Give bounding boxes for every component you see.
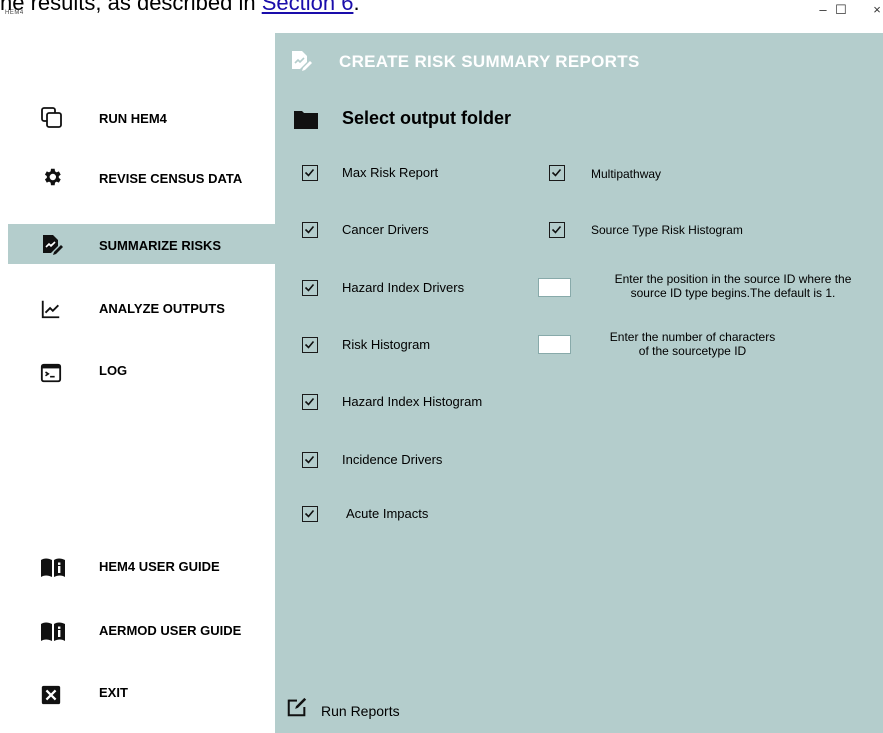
- source-id-chars-help: Enter the number of characters of the so…: [609, 330, 776, 358]
- sidebar-item-revise-census[interactable]: REVISE CENSUS DATA: [8, 157, 276, 197]
- checkbox-label: Incidence Drivers: [342, 452, 443, 467]
- sidebar-item-analyze-outputs[interactable]: ANALYZE OUTPUTS: [8, 289, 276, 329]
- acute-impacts-checkbox[interactable]: [302, 506, 318, 522]
- copy-icon: [40, 106, 64, 135]
- incidence-drivers-checkbox[interactable]: [302, 452, 318, 468]
- section-link[interactable]: Section 6: [262, 0, 354, 15]
- close-box-icon: [40, 684, 62, 711]
- select-output-folder[interactable]: Select output folder: [342, 108, 511, 129]
- maximize-button[interactable]: ☐: [829, 2, 853, 18]
- sidebar-label: HEM4 USER GUIDE: [99, 559, 220, 574]
- sidebar-item-exit[interactable]: EXIT: [8, 675, 276, 715]
- checkbox-label: Acute Impacts: [346, 506, 429, 521]
- app-title: HEM4: [5, 10, 24, 16]
- folder-icon[interactable]: [294, 109, 318, 134]
- hazard-index-drivers-checkbox[interactable]: [302, 280, 318, 296]
- source-id-chars-input[interactable]: [538, 335, 571, 354]
- risk-histogram-checkbox[interactable]: [302, 337, 318, 353]
- sidebar-label: RUN HEM4: [99, 111, 167, 126]
- gear-icon: [41, 166, 63, 193]
- sidebar-item-hem4-guide[interactable]: HEM4 USER GUIDE: [8, 548, 276, 588]
- source-id-position-help: Enter the position in the source ID wher…: [614, 272, 852, 300]
- sidebar-label: SUMMARIZE RISKS: [99, 238, 222, 253]
- edit-document-icon: [40, 233, 64, 262]
- checkbox-label: Risk Histogram: [342, 337, 431, 352]
- source-type-risk-histogram-checkbox[interactable]: [549, 222, 565, 238]
- checkbox-label: Hazard Index Histogram: [342, 394, 483, 409]
- sidebar-label: AERMOD USER GUIDE: [99, 623, 242, 638]
- sidebar-item-run-hem4[interactable]: RUN HEM4: [8, 98, 276, 138]
- sidebar-label: ANALYZE OUTPUTS: [99, 301, 225, 316]
- sidebar-label: LOG: [99, 363, 128, 378]
- checkbox-label: Hazard Index Drivers: [342, 280, 465, 295]
- sidebar-item-aermod-guide[interactable]: AERMOD USER GUIDE: [8, 612, 276, 652]
- page-title: CREATE RISK SUMMARY REPORTS: [339, 52, 640, 71]
- edit-icon[interactable]: [286, 696, 308, 723]
- checkbox-label: Max Risk Report: [342, 165, 439, 180]
- book-info-icon: [40, 621, 66, 648]
- edit-document-icon: [289, 49, 313, 78]
- book-info-icon: [40, 557, 66, 584]
- cancer-drivers-checkbox[interactable]: [302, 222, 318, 238]
- sidebar-label: REVISE CENSUS DATA: [99, 171, 243, 186]
- close-window-button[interactable]: ×: [865, 2, 883, 17]
- run-reports-button[interactable]: Run Reports: [321, 703, 400, 719]
- hazard-index-histogram-checkbox[interactable]: [302, 394, 318, 410]
- chart-line-icon: [40, 298, 62, 325]
- source-id-position-input[interactable]: [538, 278, 571, 297]
- sidebar-item-summarize-risks[interactable]: SUMMARIZE RISKS: [8, 224, 276, 264]
- max-risk-report-checkbox[interactable]: [302, 165, 318, 181]
- sidebar-item-log[interactable]: LOG: [8, 353, 276, 393]
- checkbox-label: Cancer Drivers: [342, 222, 429, 237]
- checkbox-label: Multipathway: [591, 167, 662, 181]
- sidebar-label: EXIT: [99, 685, 128, 700]
- terminal-icon: [40, 362, 62, 389]
- checkbox-label: Source Type Risk Histogram: [591, 223, 743, 237]
- main-panel: [275, 33, 883, 733]
- multipathway-checkbox[interactable]: [549, 165, 565, 181]
- background-doc-text: he results, as described in Section 6.: [0, 0, 360, 16]
